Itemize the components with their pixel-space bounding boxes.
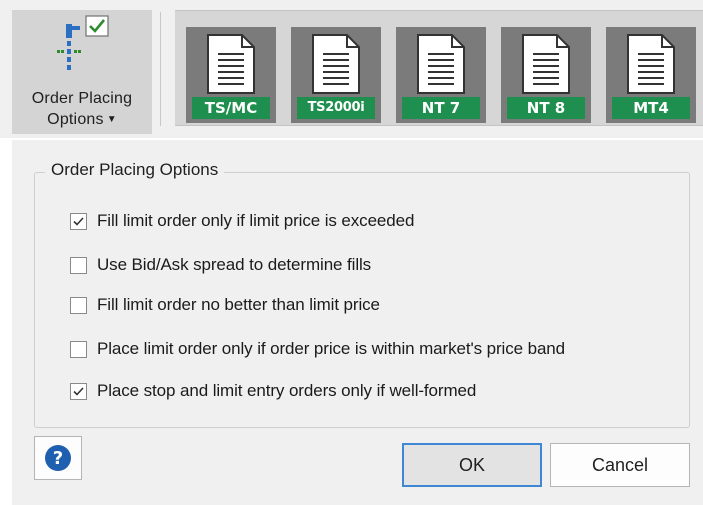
help-icon: ? [45, 445, 71, 471]
checkbox[interactable] [70, 256, 87, 274]
option-fill-no-better[interactable]: Fill limit order no better than limit pr… [70, 293, 380, 317]
platform-button-ts2000i[interactable]: TS2000i [291, 27, 381, 123]
ribbon-toolbar: Order Placing Options ▼ TS/MC TS2000i NT… [0, 0, 703, 138]
option-fill-limit-exceeded[interactable]: Fill limit order only if limit price is … [70, 209, 414, 233]
cancel-button[interactable]: Cancel [550, 443, 690, 487]
ok-button[interactable]: OK [402, 443, 542, 487]
option-label: Fill limit order only if limit price is … [97, 211, 415, 230]
order-placing-options-button[interactable]: Order Placing Options ▼ [12, 10, 152, 134]
checkbox[interactable] [70, 382, 87, 400]
platform-label: NT 7 [402, 97, 480, 119]
platform-button-nt8[interactable]: NT 8 [501, 27, 591, 123]
platform-button-mt4[interactable]: MT4 [606, 27, 696, 123]
order-placing-label-line1: Order Placing [31, 90, 133, 107]
option-bid-ask-spread[interactable]: Use Bid/Ask spread to determine fills [70, 253, 371, 277]
platform-button-nt7[interactable]: NT 7 [396, 27, 486, 123]
order-placing-label-line2: Options [47, 111, 104, 128]
option-price-band[interactable]: Place limit order only if order price is… [70, 337, 565, 361]
document-icon [627, 34, 675, 94]
order-placing-options-label: Order Placing Options ▼ [12, 88, 152, 130]
order-placing-label-line2-row: Options ▼ [12, 109, 152, 130]
option-label: Fill limit order no better than limit pr… [97, 295, 380, 314]
dropdown-caret-icon: ▼ [106, 114, 117, 125]
option-label: Use Bid/Ask spread to determine fills [97, 255, 372, 274]
platform-label: TS2000i [297, 97, 375, 119]
document-icon [417, 34, 465, 94]
document-icon [522, 34, 570, 94]
document-icon [207, 34, 255, 94]
platform-label: TS/MC [192, 97, 270, 119]
document-icon [312, 34, 360, 94]
order-placing-icon [57, 15, 109, 70]
platform-gallery: TS/MC TS2000i NT 7 NT 8 MT4 [175, 10, 703, 126]
group-title: Order Placing Options [45, 160, 225, 180]
checkbox[interactable] [70, 212, 87, 230]
checkbox[interactable] [70, 296, 87, 314]
platform-label: NT 8 [507, 97, 585, 119]
option-well-formed[interactable]: Place stop and limit entry orders only i… [70, 379, 476, 403]
checkmark-icon [73, 216, 84, 226]
option-label: Place stop and limit entry orders only i… [97, 381, 477, 400]
ribbon-padding [0, 0, 12, 138]
checkmark-icon [73, 386, 84, 396]
option-label: Place limit order only if order price is… [97, 339, 566, 358]
platform-label: MT4 [612, 97, 690, 119]
ribbon-separator [160, 12, 161, 126]
help-button[interactable]: ? [34, 436, 82, 480]
platform-button-tsmc[interactable]: TS/MC [186, 27, 276, 123]
checkbox[interactable] [70, 340, 87, 358]
